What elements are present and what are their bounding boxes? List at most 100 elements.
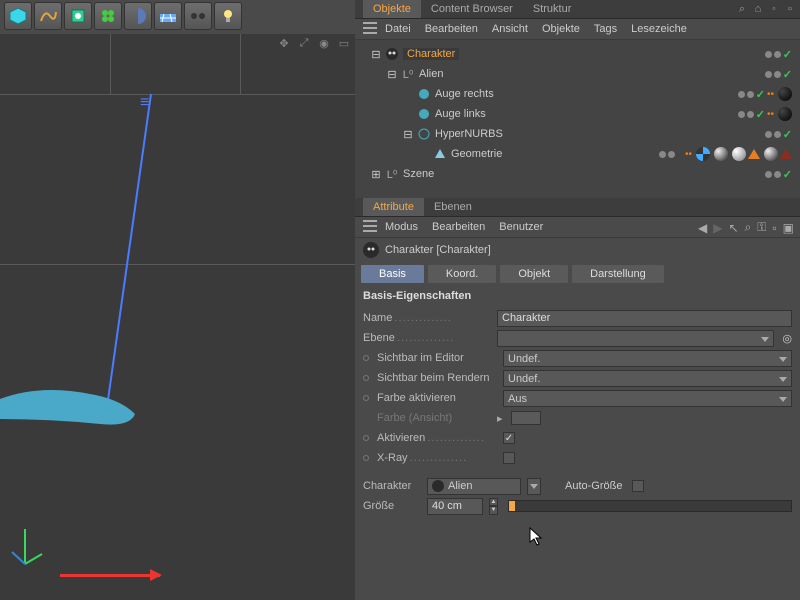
label-charakter: Charakter bbox=[363, 480, 421, 492]
char-dropdown-button[interactable] bbox=[527, 478, 541, 495]
sphere-icon bbox=[417, 107, 431, 121]
color-swatch[interactable] bbox=[511, 411, 541, 425]
attr-menubar: Modus Bearbeiten Benutzer ◀ ▶ ↖ ⌕ ⚿ ▫ ▣ bbox=[355, 217, 800, 238]
prop-aktivieren: Aktivieren bbox=[363, 428, 792, 448]
expand-arrow-icon[interactable]: ▸ bbox=[495, 412, 505, 425]
nav-search-icon[interactable]: ⌕ bbox=[745, 220, 752, 235]
viewport-3d[interactable]: ✥ ⤢ ◉ ▭ ≡ bbox=[0, 34, 355, 600]
atab-objekt[interactable]: Objekt bbox=[500, 265, 568, 283]
pin-icon[interactable]: ▣ bbox=[783, 221, 794, 235]
prop-charakter: Charakter Alien Auto-Größe bbox=[363, 476, 792, 496]
model-geometry bbox=[0, 379, 140, 429]
tree-label: Auge rechts bbox=[435, 88, 494, 100]
attr-header: Charakter [Charakter] bbox=[355, 238, 800, 262]
label-vis-rn: Sichtbar beim Rendern bbox=[377, 372, 497, 384]
expand-icon[interactable]: ⊟ bbox=[387, 68, 397, 81]
expand-icon[interactable]: ⊞ bbox=[371, 168, 381, 181]
tab-ebenen[interactable]: Ebenen bbox=[424, 198, 482, 216]
hamburger-icon[interactable] bbox=[363, 220, 377, 232]
ebene-dropdown[interactable] bbox=[497, 330, 774, 347]
vp-max-icon[interactable]: ▭ bbox=[337, 36, 351, 50]
size-input[interactable] bbox=[427, 498, 483, 515]
axis-gizmo bbox=[10, 524, 45, 569]
tool-boole-icon[interactable] bbox=[124, 2, 152, 30]
vis-render-dropdown[interactable]: Undef. bbox=[503, 370, 792, 387]
collapse-icon[interactable]: ◦ bbox=[768, 3, 780, 15]
tool-spline-icon[interactable] bbox=[34, 2, 62, 30]
viewport-nav-icons: ✥ ⤢ ◉ ▭ bbox=[277, 36, 351, 50]
nav-back-icon[interactable]: ◀ bbox=[698, 221, 707, 235]
auto-size-checkbox[interactable] bbox=[632, 480, 644, 492]
tree-row-alien[interactable]: ⊟ L⁰ Alien ✓ bbox=[359, 64, 796, 84]
home-icon[interactable]: ⌂ bbox=[752, 3, 764, 15]
xray-checkbox[interactable] bbox=[503, 452, 515, 464]
charakter-field[interactable]: Alien bbox=[427, 478, 521, 495]
tool-camera-icon[interactable] bbox=[184, 2, 212, 30]
tool-cube-icon[interactable] bbox=[4, 2, 32, 30]
tree-row-auge-links[interactable]: Auge links ✓•• bbox=[359, 104, 796, 124]
hamburger-icon[interactable] bbox=[363, 22, 377, 34]
menu-lesezeichen[interactable]: Lesezeiche bbox=[631, 23, 687, 35]
tool-cloner-icon[interactable] bbox=[94, 2, 122, 30]
tab-attribute[interactable]: Attribute bbox=[363, 198, 424, 216]
menu-datei[interactable]: Datei bbox=[385, 23, 411, 35]
menu-benutzer[interactable]: Benutzer bbox=[499, 221, 543, 233]
menu-bearbeiten2[interactable]: Bearbeiten bbox=[432, 221, 485, 233]
menu-bearbeiten[interactable]: Bearbeiten bbox=[425, 23, 478, 35]
tab-objekte[interactable]: Objekte bbox=[363, 0, 421, 18]
search-icon[interactable]: ⌕ bbox=[736, 3, 748, 15]
nav-up-icon[interactable]: ↖ bbox=[728, 221, 738, 235]
grid-line bbox=[0, 94, 355, 95]
tree-row-geometrie[interactable]: Geometrie •• bbox=[359, 144, 796, 164]
tree-row-charakter[interactable]: ⊟ Charakter ✓ bbox=[359, 44, 796, 64]
prop-vis-editor: Sichtbar im Editor Undef. bbox=[363, 348, 792, 368]
aktivieren-checkbox[interactable] bbox=[503, 432, 515, 444]
expand-icon[interactable]: ▫ bbox=[784, 3, 796, 15]
atab-koord[interactable]: Koord. bbox=[428, 265, 496, 283]
menu-objekte[interactable]: Objekte bbox=[542, 23, 580, 35]
layer-target-icon[interactable]: ◎ bbox=[782, 332, 792, 345]
properties: Name Ebene ◎ Sichtbar im Editor Undef. S… bbox=[355, 306, 800, 518]
tab-struktur[interactable]: Struktur bbox=[523, 0, 582, 18]
size-spinner[interactable]: ▲▼ bbox=[489, 498, 498, 515]
size-slider[interactable] bbox=[508, 500, 792, 512]
tree-label: Auge links bbox=[435, 108, 486, 120]
hypernurbs-icon bbox=[417, 127, 431, 141]
tool-deform-icon[interactable] bbox=[64, 2, 92, 30]
prop-name: Name bbox=[363, 308, 792, 328]
label-xray: X-Ray bbox=[377, 452, 497, 464]
atab-basis[interactable]: Basis bbox=[361, 265, 424, 283]
vp-pan-icon[interactable]: ✥ bbox=[277, 36, 291, 50]
menu-modus[interactable]: Modus bbox=[385, 221, 418, 233]
name-input[interactable] bbox=[497, 310, 792, 327]
lock-icon[interactable]: ⚿ bbox=[757, 220, 766, 235]
tree-label: HyperNURBS bbox=[435, 128, 503, 140]
character-icon bbox=[363, 242, 379, 258]
vp-orbit-icon[interactable]: ◉ bbox=[317, 36, 331, 50]
null-icon: L⁰ bbox=[385, 167, 399, 181]
null-icon: L⁰ bbox=[401, 67, 415, 81]
farbe-akt-dropdown[interactable]: Aus bbox=[503, 390, 792, 407]
menu-tags[interactable]: Tags bbox=[594, 23, 617, 35]
label-name: Name bbox=[363, 312, 491, 324]
tool-floor-icon[interactable] bbox=[154, 2, 182, 30]
tree-row-auge-rechts[interactable]: Auge rechts ✓•• bbox=[359, 84, 796, 104]
tree-row-hypernurbs[interactable]: ⊟ HyperNURBS ✓ bbox=[359, 124, 796, 144]
expand-icon[interactable]: ⊟ bbox=[371, 48, 381, 61]
new-icon[interactable]: ▫ bbox=[772, 221, 776, 235]
expand-icon[interactable]: ⊟ bbox=[403, 128, 413, 141]
nav-fwd-icon[interactable]: ▶ bbox=[713, 221, 722, 235]
menu-ansicht[interactable]: Ansicht bbox=[492, 23, 528, 35]
axis-marker: ≡ bbox=[140, 94, 149, 112]
vis-editor-dropdown[interactable]: Undef. bbox=[503, 350, 792, 367]
vp-zoom-icon[interactable]: ⤢ bbox=[297, 36, 311, 50]
atab-darstellung[interactable]: Darstellung bbox=[572, 265, 664, 283]
attr-title: Charakter [Charakter] bbox=[385, 244, 491, 256]
tree-row-szene[interactable]: ⊞ L⁰ Szene ✓ bbox=[359, 164, 796, 184]
axis-z bbox=[105, 94, 152, 411]
prop-groesse: Größe ▲▼ bbox=[363, 496, 792, 516]
tool-light-icon[interactable] bbox=[214, 2, 242, 30]
sphere-icon bbox=[417, 87, 431, 101]
tab-content-browser[interactable]: Content Browser bbox=[421, 0, 523, 18]
tree-label: Alien bbox=[419, 68, 443, 80]
